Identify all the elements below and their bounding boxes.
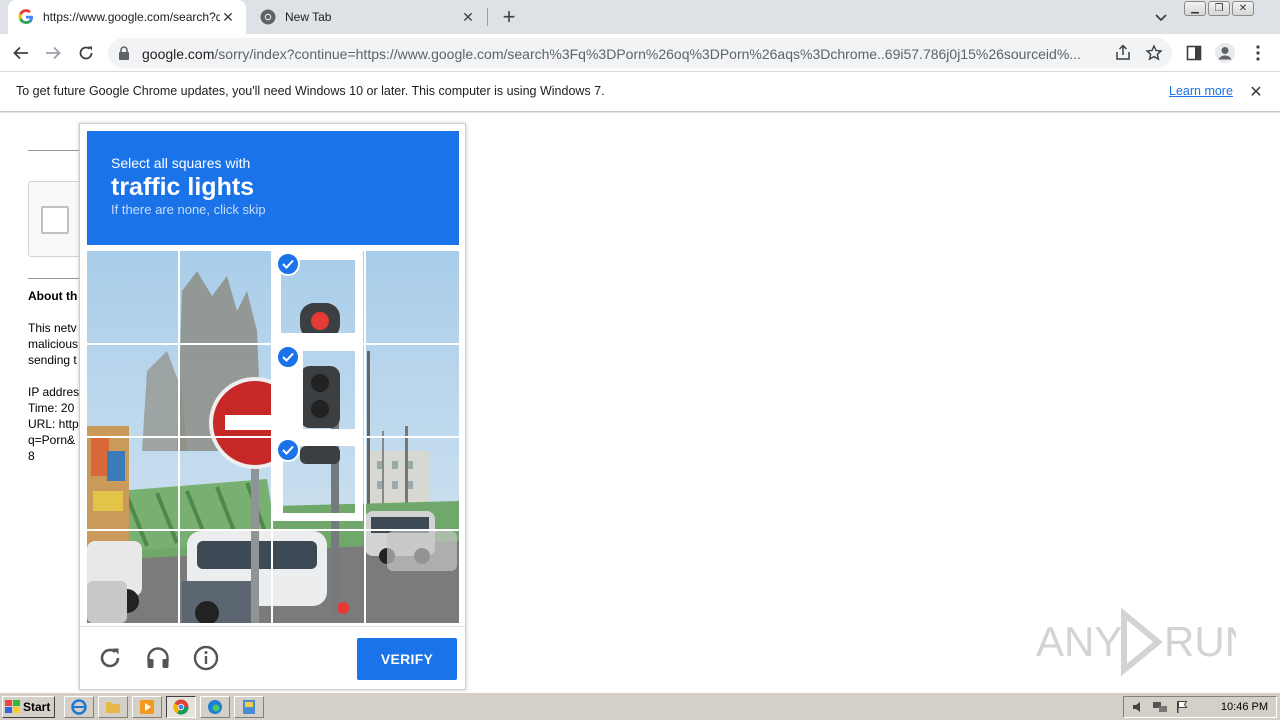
tab-title: New Tab xyxy=(285,10,332,24)
captcha-challenge: Select all squares with traffic lights I… xyxy=(79,123,466,690)
lock-icon[interactable] xyxy=(118,46,130,65)
forward-arrow-icon[interactable] xyxy=(42,42,64,64)
windows-flag-icon xyxy=(5,700,20,713)
audio-challenge-headphones-icon[interactable] xyxy=(144,644,172,672)
clock[interactable]: 10:46 PM xyxy=(1221,701,1268,713)
anyrun-watermark-logo: ANY RUN xyxy=(1036,608,1236,677)
tab-google-search[interactable]: https://www.google.com/search?q= ✕ xyxy=(8,0,246,34)
target-object: traffic lights xyxy=(111,173,255,201)
image-grid[interactable] xyxy=(87,251,459,623)
tab-strip: https://www.google.com/search?q= ✕ New T… xyxy=(0,0,1280,34)
infobar-message: To get future Google Chrome updates, you… xyxy=(16,84,605,98)
profile-avatar-icon[interactable] xyxy=(1214,42,1236,64)
reload-challenge-icon[interactable] xyxy=(96,644,124,672)
reload-icon[interactable] xyxy=(75,42,97,64)
challenge-footer: VERIFY xyxy=(80,626,465,689)
restore-icon[interactable]: ❐ xyxy=(1208,1,1230,16)
browser-toolbar: google.com/sorry/index?continue=https://… xyxy=(0,34,1280,72)
chrome-icon xyxy=(260,9,276,25)
selected-check-icon[interactable] xyxy=(276,345,300,369)
window-controls: ▁ ❐ ✕ xyxy=(1184,1,1254,16)
kebab-menu-icon[interactable] xyxy=(1247,42,1269,64)
challenge-header: Select all squares with traffic lights I… xyxy=(87,131,459,245)
recaptcha-checkbox[interactable] xyxy=(41,206,69,234)
grid-line xyxy=(87,343,459,345)
learn-more-link[interactable]: Learn more xyxy=(1169,84,1233,98)
info-icon[interactable] xyxy=(192,644,220,672)
side-panel-icon[interactable] xyxy=(1183,42,1205,64)
selected-check-icon[interactable] xyxy=(276,252,300,276)
windows-taskbar: Start 10:46 PM xyxy=(0,692,1280,720)
chrome-taskbar-icon[interactable] xyxy=(166,696,196,718)
file-explorer-icon[interactable] xyxy=(98,696,128,718)
svg-text:RUN: RUN xyxy=(1164,618,1236,665)
start-label: Start xyxy=(23,700,51,714)
hint-text: If there are none, click skip xyxy=(111,202,266,217)
tab-new-tab[interactable]: New Tab ✕ xyxy=(250,0,486,34)
tab-title: https://www.google.com/search?q= xyxy=(43,10,220,24)
tab-close-icon[interactable]: ✕ xyxy=(460,9,476,25)
new-tab-plus-icon[interactable]: + xyxy=(498,4,520,29)
grid-line xyxy=(87,436,459,438)
tile-border xyxy=(273,513,363,521)
tab-close-icon[interactable]: ✕ xyxy=(220,9,236,25)
svg-text:ANY: ANY xyxy=(1036,618,1122,665)
google-g-icon xyxy=(18,9,34,25)
close-icon[interactable]: ✕ xyxy=(1232,1,1254,16)
tab-separator xyxy=(487,8,488,26)
tile-border xyxy=(355,251,363,521)
close-icon[interactable]: ✕ xyxy=(1247,83,1265,101)
share-icon[interactable] xyxy=(1112,42,1134,64)
installer-icon[interactable] xyxy=(234,696,264,718)
internet-explorer-icon[interactable] xyxy=(64,696,94,718)
minimize-icon[interactable]: ▁ xyxy=(1184,1,1206,16)
chevron-down-icon[interactable] xyxy=(1152,8,1170,26)
flag-icon[interactable] xyxy=(1174,699,1190,715)
update-infobar: To get future Google Chrome updates, you… xyxy=(0,72,1280,112)
selected-check-icon[interactable] xyxy=(276,438,300,462)
url-text: google.com/sorry/index?continue=https://… xyxy=(142,46,1081,62)
grid-line xyxy=(87,529,459,531)
address-bar[interactable]: google.com/sorry/index?continue=https://… xyxy=(108,38,1172,68)
media-player-icon[interactable] xyxy=(132,696,162,718)
verify-button[interactable]: VERIFY xyxy=(357,638,457,680)
system-tray: 10:46 PM xyxy=(1123,696,1277,718)
instruction-text: Select all squares with xyxy=(111,155,251,171)
speaker-icon[interactable] xyxy=(1130,699,1146,715)
bookmark-star-icon[interactable] xyxy=(1143,42,1165,64)
network-icon[interactable] xyxy=(1152,699,1168,715)
edge-icon[interactable] xyxy=(200,696,230,718)
back-arrow-icon[interactable] xyxy=(10,42,32,64)
start-button[interactable]: Start xyxy=(2,696,55,718)
